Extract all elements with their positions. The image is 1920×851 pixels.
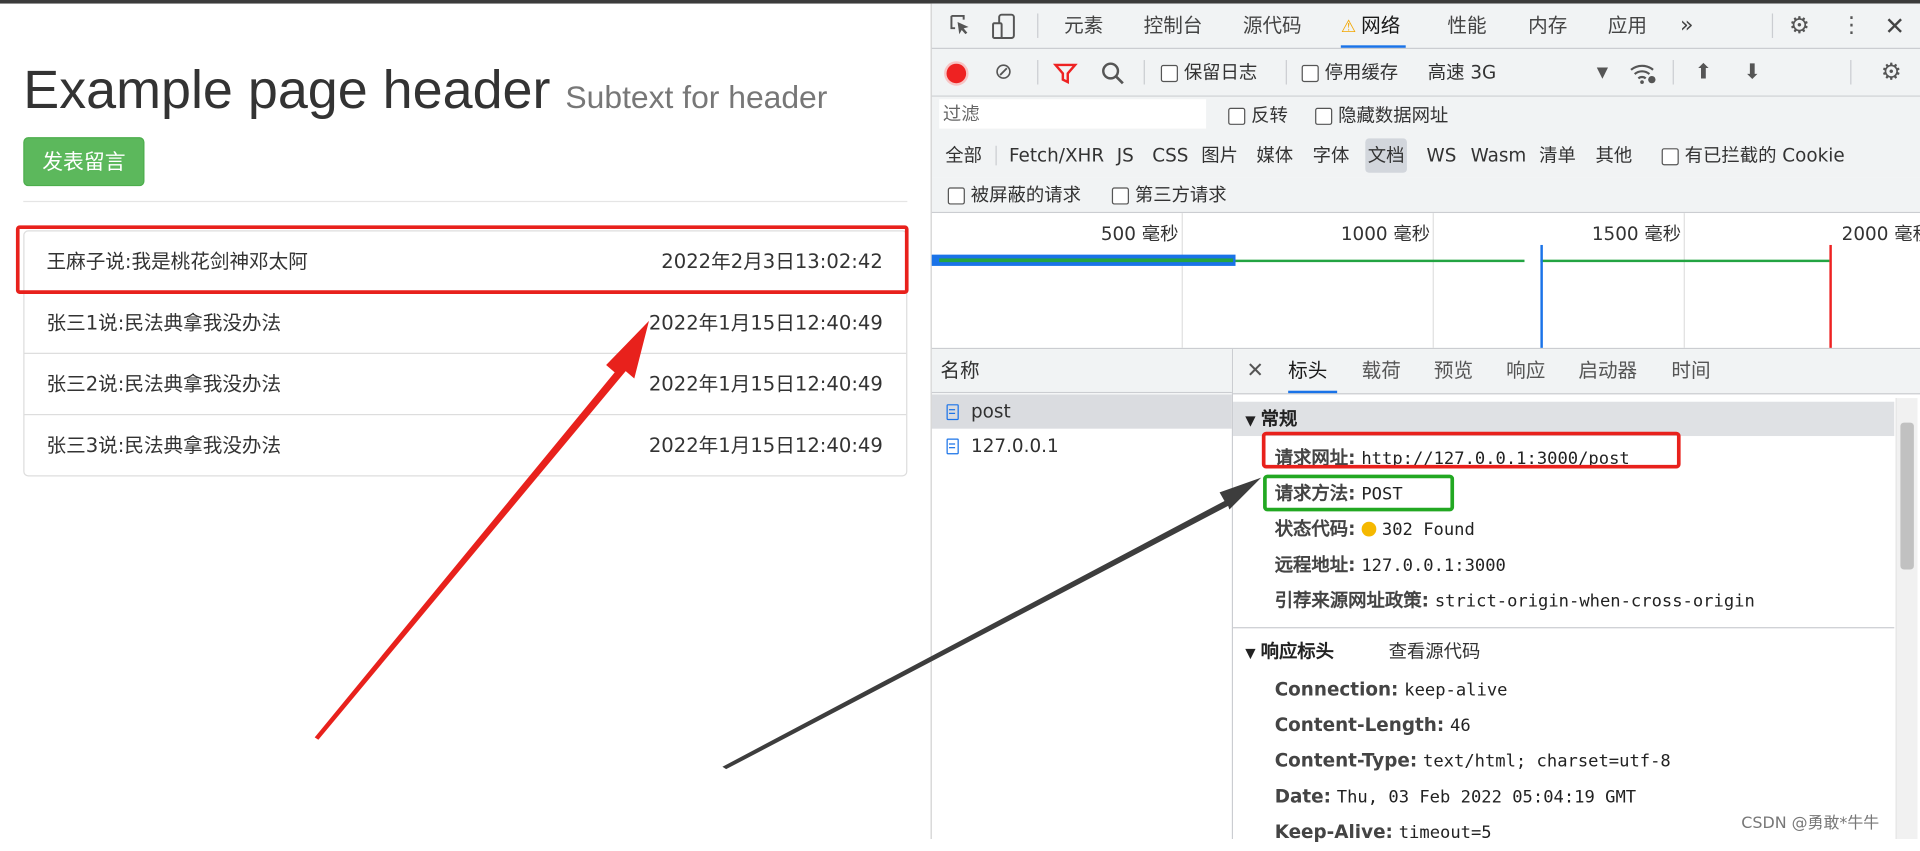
gray-arrow xyxy=(722,477,1262,770)
watermark: CSDN @勇敢*牛牛 xyxy=(1741,814,1880,833)
highlight-request-method-box xyxy=(1263,474,1455,512)
red-arrow xyxy=(314,320,649,740)
annotation-overlay xyxy=(314,320,1681,770)
highlight-request-url-box xyxy=(1261,431,1681,469)
